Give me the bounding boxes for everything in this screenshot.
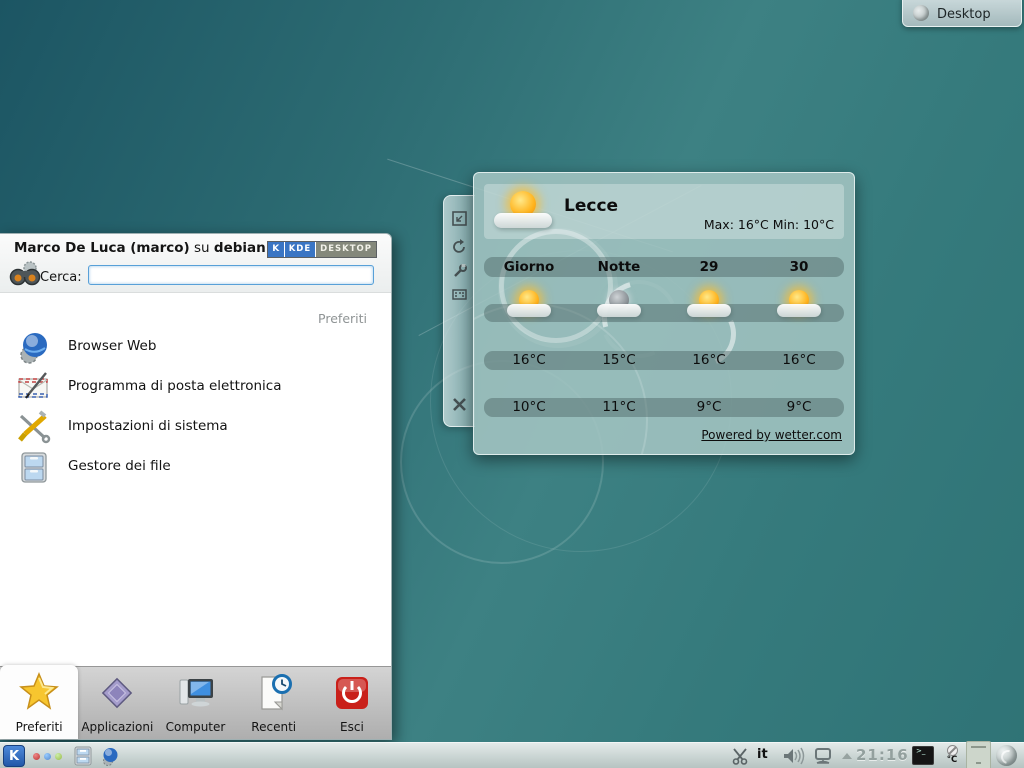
night-temp: 11°C (574, 398, 664, 417)
weather-city: Lecce (564, 196, 618, 216)
menu-item-label: Browser Web (68, 338, 156, 354)
search-label: Cerca: (40, 270, 82, 285)
desktop-toolbox[interactable]: Desktop (902, 0, 1022, 27)
keyboard-layout-indicator[interactable]: it (757, 747, 768, 762)
weather-column-headers: Giorno Notte 29 30 (484, 257, 844, 277)
col-header: 29 (664, 257, 754, 277)
scissors-icon[interactable] (730, 747, 750, 768)
night-temp: 9°C (754, 398, 844, 417)
weather-condition-row (484, 304, 844, 322)
toolbox-label: Desktop (937, 7, 991, 22)
menu-item-browser-web[interactable]: Browser Web (10, 327, 380, 367)
col-header: Giorno (484, 257, 574, 277)
speaker-icon[interactable] (782, 747, 806, 768)
user-name: Marco De Luca (marco) (14, 240, 190, 256)
web-browser-icon (16, 329, 52, 365)
kickoff-header: Marco De Luca (marco) su debian K KDE DE… (0, 234, 391, 293)
applications-diamond-icon (97, 673, 137, 713)
kickoff-launcher: Marco De Luca (marco) su debian K KDE DE… (0, 233, 392, 740)
web-browser-icon[interactable] (100, 746, 120, 768)
recent-documents-icon (254, 673, 294, 713)
host-name: debian (214, 240, 266, 256)
night-temp: 9°C (664, 398, 754, 417)
digital-clock[interactable]: 21:16 (856, 746, 909, 764)
debian-swirl-ring (473, 303, 648, 455)
menu-item-mail[interactable]: Programma di posta elettronica (10, 367, 380, 407)
weather-maxmin: Max: 16°C Min: 10°C (704, 217, 834, 232)
favorites-section-label: Preferiti (318, 311, 367, 326)
desktop: Desktop Lecce Max: 16°C Min: 10°C (0, 0, 1024, 768)
sun-cloud-icon (503, 288, 555, 324)
sun-cloud-icon (683, 288, 735, 324)
debian-swirl-ring (499, 229, 613, 343)
terminal-icon[interactable]: >_ (912, 746, 934, 765)
tray-expander-icon[interactable] (842, 753, 852, 759)
col-header: Notte (574, 257, 664, 277)
moon-cloud-icon (593, 288, 645, 324)
kde-logo-icon: K (268, 242, 285, 257)
day-temp: 15°C (574, 351, 664, 370)
weather-tray-icon[interactable]: °C (943, 744, 961, 768)
panel-cashew-icon[interactable] (996, 745, 1017, 766)
system-settings-icon (16, 409, 52, 445)
plasma-cashew-icon (913, 5, 929, 21)
tab-computer[interactable]: Computer (156, 667, 234, 739)
star-icon (19, 671, 59, 711)
sun-cloud-icon (492, 189, 556, 235)
no-data-icon (947, 745, 958, 756)
bottom-panel: K it 21:16 >_ °C (0, 742, 1024, 768)
file-manager-icon[interactable] (73, 746, 93, 768)
kickoff-tab-bar: Preferiti Applicazioni Computer Recenti (0, 666, 391, 739)
night-temp: 10°C (484, 398, 574, 417)
close-icon[interactable] (451, 396, 468, 413)
weather-day-temps: 16°C 15°C 16°C 16°C (484, 351, 844, 370)
weather-header: Lecce Max: 16°C Min: 10°C (484, 184, 844, 239)
calendar-widget[interactable] (966, 741, 991, 768)
tab-esci[interactable]: Esci (313, 667, 391, 739)
mail-client-icon (16, 369, 52, 405)
rotate-icon[interactable] (451, 238, 468, 255)
power-icon (332, 673, 372, 713)
file-manager-icon (16, 449, 52, 485)
menu-item-file-manager[interactable]: Gestore dei file (10, 447, 380, 487)
menu-item-label: Impostazioni di sistema (68, 418, 228, 434)
network-monitor-icon[interactable] (812, 747, 834, 768)
widget-settings-icon[interactable] (451, 286, 468, 303)
pager-dot-green[interactable] (55, 753, 62, 760)
col-header: 30 (754, 257, 844, 277)
menu-item-system-settings[interactable]: Impostazioni di sistema (10, 407, 380, 447)
tab-applicazioni[interactable]: Applicazioni (78, 667, 156, 739)
search-input[interactable] (88, 265, 374, 285)
day-temp: 16°C (664, 351, 754, 370)
pager-dot-red[interactable] (33, 753, 40, 760)
wetter-credit-link[interactable]: Powered by wetter.com (701, 428, 842, 442)
kde-menu-button[interactable]: K (3, 745, 25, 767)
widget-handle[interactable] (443, 195, 475, 427)
weather-night-temps: 10°C 11°C 9°C 9°C (484, 398, 844, 417)
menu-item-label: Programma di posta elettronica (68, 378, 281, 394)
configure-wrench-icon[interactable] (451, 263, 468, 280)
kde-desktop-badge: K KDE DESKTOP (267, 241, 377, 258)
day-temp: 16°C (484, 351, 574, 370)
tab-preferiti[interactable]: Preferiti (0, 665, 78, 739)
tab-recenti[interactable]: Recenti (235, 667, 313, 739)
resize-icon[interactable] (451, 210, 468, 227)
menu-item-label: Gestore dei file (68, 458, 171, 474)
weather-widget[interactable]: Lecce Max: 16°C Min: 10°C Giorno Notte 2… (473, 172, 855, 455)
pager-dot-blue[interactable] (44, 753, 51, 760)
user-title: Marco De Luca (marco) su debian (14, 240, 266, 256)
day-temp: 16°C (754, 351, 844, 370)
search-binoculars-icon (8, 260, 42, 288)
computer-icon (176, 673, 216, 713)
sun-cloud-icon (773, 288, 825, 324)
